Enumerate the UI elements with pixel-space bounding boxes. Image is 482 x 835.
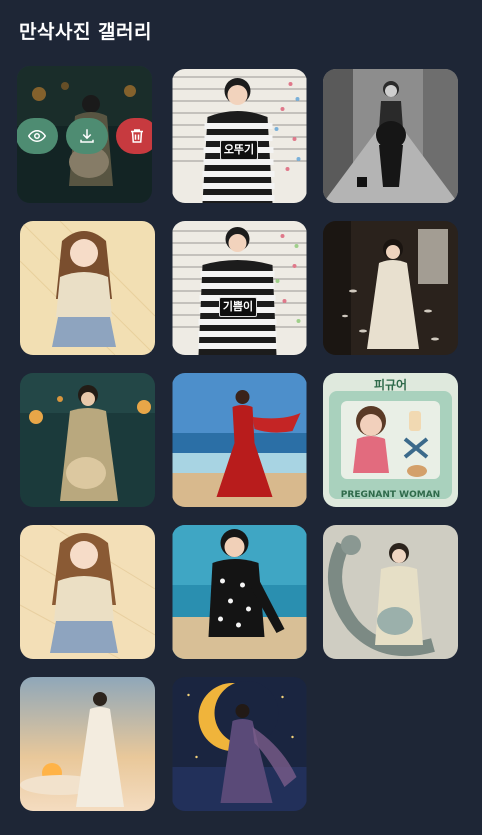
photo-image bbox=[172, 525, 307, 659]
name-sign: 오뚜기 bbox=[220, 140, 258, 160]
view-button[interactable] bbox=[17, 118, 58, 154]
trash-icon bbox=[131, 129, 143, 143]
photo-tile[interactable] bbox=[323, 69, 458, 203]
sign-text: 기쁨이 bbox=[222, 300, 254, 313]
download-icon bbox=[80, 129, 94, 143]
delete-button[interactable] bbox=[116, 118, 152, 154]
photo-tile[interactable]: 기쁨이 bbox=[172, 221, 307, 355]
photo-tile[interactable] bbox=[20, 525, 155, 659]
photo-grid: 오뚜기 기쁨이 피규어 PREGNANT WOMAN bbox=[0, 0, 482, 835]
sign-text: 오뚜기 bbox=[223, 143, 255, 156]
photo-image bbox=[172, 373, 307, 507]
eye-icon bbox=[28, 129, 46, 143]
photo-tile[interactable]: 피규어 PREGNANT WOMAN bbox=[323, 373, 458, 507]
photo-image bbox=[20, 525, 155, 659]
photo-tile[interactable] bbox=[20, 677, 155, 811]
figure-title: 피규어 bbox=[373, 378, 408, 392]
photo-tile[interactable] bbox=[20, 221, 155, 355]
name-sign: 기쁨이 bbox=[219, 297, 257, 317]
photo-image bbox=[20, 221, 155, 355]
figure-caption: PREGNANT WOMAN bbox=[340, 490, 441, 500]
photo-image bbox=[323, 221, 458, 355]
photo-tile[interactable] bbox=[172, 373, 307, 507]
photo-tile[interactable] bbox=[323, 221, 458, 355]
photo-tile[interactable] bbox=[20, 373, 155, 507]
photo-image bbox=[172, 221, 307, 355]
photo-image bbox=[20, 677, 155, 811]
photo-tile[interactable] bbox=[17, 66, 152, 203]
photo-image bbox=[20, 373, 155, 507]
photo-tile[interactable] bbox=[323, 525, 458, 659]
photo-image bbox=[323, 525, 458, 659]
photo-image bbox=[172, 677, 307, 811]
photo-tile[interactable] bbox=[172, 525, 307, 659]
photo-tile[interactable]: 오뚜기 bbox=[172, 69, 307, 203]
photo-image bbox=[323, 69, 458, 203]
photo-image bbox=[323, 373, 458, 507]
photo-image bbox=[172, 69, 307, 203]
photo-tile[interactable] bbox=[172, 677, 307, 811]
download-button[interactable] bbox=[66, 118, 108, 154]
